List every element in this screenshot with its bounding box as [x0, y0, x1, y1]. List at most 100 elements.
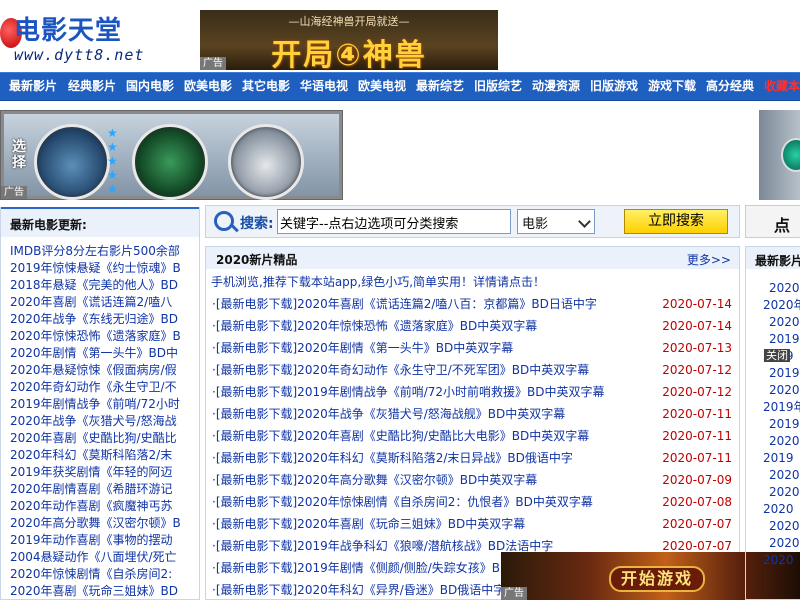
release-title-link[interactable]: ·[最新电影下载]2020年高分歌舞《汉密尔顿》BD中英双字幕 [212, 469, 537, 491]
nav-item-classic[interactable]: 经典影片 [68, 73, 116, 100]
site-logo[interactable]: 电影天堂 www.dytt8.net [0, 8, 160, 66]
nav-item-top-rated[interactable]: 高分经典 [706, 73, 754, 100]
right-ad-strip[interactable] [759, 110, 800, 200]
update-list-item[interactable]: 2019年获奖剧情《年轻的阿迈 [10, 464, 198, 481]
recommend-list-item[interactable]: 2020年 [746, 297, 800, 314]
recommend-list-item[interactable]: 2019年 [746, 399, 800, 416]
release-title-link[interactable]: ·[最新电影下载]2019年剧情战争《前哨/72小时前哨救援》BD中英双字幕 [212, 381, 605, 403]
release-row: ·[最新电影下载]2020年喜剧《玩命三姐妹》BD中英双字幕 2020-07-07 [212, 513, 736, 535]
update-list-item[interactable]: 2018年悬疑《完美的他人》BD [10, 277, 198, 294]
nav-item-chinese-tv[interactable]: 华语电视 [300, 73, 348, 100]
update-list-item[interactable]: 2020年战争《灰猎犬号/怒海战 [10, 413, 198, 430]
release-date: 2020-07-09 [662, 473, 732, 487]
release-row: ·[最新电影下载]2020年战争《灰猎犬号/怒海战舰》BD中英双字幕 2020-0… [212, 403, 736, 425]
beast-whale-icon [34, 124, 110, 200]
search-input[interactable]: 关键字--点右边选项可分类搜索 [277, 209, 511, 234]
update-list-item[interactable]: 2020年喜剧《玩命三姐妹》BD [10, 583, 198, 600]
recommend-list-item[interactable]: 2019 [746, 450, 800, 467]
search-bar: 搜索: 关键字--点右边选项可分类搜索 电影 立即搜索 [205, 205, 740, 238]
nav-item-domestic[interactable]: 国内电影 [126, 73, 174, 100]
release-date: 2020-07-14 [662, 319, 732, 333]
search-category-select[interactable]: 电影 [517, 209, 595, 234]
recommend-list-item[interactable]: 2019 [746, 365, 800, 382]
release-row: ·[最新电影下载]2020年惊悚恐怖《遗落家庭》BD中英双字幕 2020-07-1… [212, 315, 736, 337]
recommend-list-item[interactable]: 2020 [746, 518, 800, 535]
release-title-link[interactable]: ·[最新电影下载]2020年科幻《莫斯科陷落2/末日异战》BD俄语中字 [212, 447, 573, 469]
release-date: 2020-07-07 [662, 517, 732, 531]
search-category-value: 电影 [522, 217, 549, 232]
release-title-link[interactable]: ·[最新电影下载]2020年剧情《第一头牛》BD中英双字幕 [212, 337, 513, 359]
recommend-list-item[interactable]: 2020 [746, 280, 800, 297]
recommend-list-item[interactable]: 2020 [746, 501, 800, 518]
recommend-list-item[interactable]: 2020年 [746, 382, 800, 399]
recommend-list-item[interactable]: 2019 [746, 331, 800, 348]
update-list-item[interactable]: 2020年动作喜剧《疯魔神丐苏 [10, 498, 198, 515]
top-banner-ad[interactable]: —山海经神兽开局就送— 开局④神兽 广告 [200, 10, 498, 73]
nav-item-other[interactable]: 其它电影 [242, 73, 290, 100]
recommend-list-item[interactable]: 2019年 [746, 416, 800, 433]
update-list-item[interactable]: 2020年科幻《莫斯科陷落2/末 [10, 447, 198, 464]
recommend-list-item[interactable]: 2020 [746, 467, 800, 484]
nav-item-old-variety[interactable]: 旧版综艺 [474, 73, 522, 100]
ad-tag: 广告 [1, 186, 27, 199]
update-list-item[interactable]: IMDB评分8分左右影片500余部 [10, 243, 198, 260]
top-banner-headline: 开局④神兽 [271, 38, 427, 73]
update-list-item[interactable]: 2020年奇幻动作《永生守卫/不 [10, 379, 198, 396]
recommend-list-item[interactable]: 2020 [746, 484, 800, 501]
release-title-link[interactable]: ·[最新电影下载]2020年喜剧《玩命三姐妹》BD中英双字幕 [212, 513, 525, 535]
top-banner-subtitle: —山海经神兽开局就送— [288, 15, 410, 28]
chevron-down-icon [578, 215, 591, 228]
update-list-item[interactable]: 2004悬疑动作《八面埋伏/死亡 [10, 549, 198, 566]
update-list-item[interactable]: 2019年动作喜剧《事物的摆动 [10, 532, 198, 549]
update-list-item[interactable]: 2020年剧情喜剧《希腊环游记 [10, 481, 198, 498]
update-list-item[interactable]: 2020年战争《东线无归途》BD [10, 311, 198, 328]
recommend-list-item[interactable]: 2020 [746, 535, 800, 552]
gem-icon [781, 138, 800, 172]
update-list-item[interactable]: 2020年惊悚剧情《自杀房间2: [10, 566, 198, 583]
release-title-link[interactable]: ·[最新电影下载]2020年喜剧《史酷比狗/史酷比大电影》BD中英双字幕 [212, 425, 589, 447]
recommend-list-item[interactable]: 2020 [746, 314, 800, 331]
release-title-link[interactable]: ·[最新电影下载]2020年战争《灰猎犬号/怒海战舰》BD中英双字幕 [212, 403, 565, 425]
game-ad-button[interactable]: 开始游戏 [609, 566, 706, 592]
nav-item-old-games[interactable]: 旧版游戏 [590, 73, 638, 100]
release-title-link[interactable]: ·[最新电影下载]2020年科幻《异界/昏迷》BD俄语中字 [212, 579, 505, 601]
app-notice-link[interactable]: 手机浏览,推荐下载本站app,绿色小巧,简单实用！详情请点击！ [211, 273, 545, 290]
release-title-link[interactable]: ·[最新电影下载]2020年惊悚恐怖《遗落家庭》BD中英双字幕 [212, 315, 537, 337]
beast-select-ad[interactable]: 选择 ★ ★ ★ ★ ★ 广告 [0, 110, 343, 200]
recommend-list-item[interactable]: 2020 [746, 552, 800, 569]
right-click-text: 点 [774, 216, 791, 235]
release-row: ·[最新电影下载]2020年喜剧《史酷比狗/史酷比大电影》BD中英双字幕 2020… [212, 425, 736, 447]
nav-item-variety[interactable]: 最新综艺 [416, 73, 464, 100]
update-list-item[interactable]: 2020年惊悚恐怖《遗落家庭》B [10, 328, 198, 345]
search-icon [214, 211, 234, 231]
update-list-item[interactable]: 2020年剧情《第一头牛》BD中 [10, 345, 198, 362]
nav-item-latest[interactable]: 最新影片 [9, 73, 57, 100]
release-title-link[interactable]: ·[最新电影下载]2020年惊悚剧情《自杀房间2：仇恨者》BD中英双字幕 [212, 491, 593, 513]
right-click-box[interactable]: 点 [745, 205, 800, 238]
nav-item-game-download[interactable]: 游戏下载 [648, 73, 696, 100]
release-row: ·[最新电影下载]2020年奇幻动作《永生守卫/不死军团》BD中英双字幕 2020… [212, 359, 736, 381]
more-link[interactable]: 更多>> [687, 251, 731, 268]
update-list-item[interactable]: 2020年悬疑惊悚《假面病房/假 [10, 362, 198, 379]
recommend-list-item[interactable]: 2020 [746, 433, 800, 450]
recommend-list: 20202020年20202019201920192020年2019年2019年… [746, 280, 800, 569]
nav-item-western[interactable]: 欧美电影 [184, 73, 232, 100]
update-list-item[interactable]: 2019年惊悚悬疑《约士惊魂》B [10, 260, 198, 277]
nav-item-anime[interactable]: 动漫资源 [532, 73, 580, 100]
nav-item-bookmark[interactable]: 收藏本 [764, 73, 800, 100]
release-row: ·[最新电影下载]2020年喜剧《谎话连篇2/嗑八百：京都篇》BD日语中字 202… [212, 293, 736, 315]
release-date: 2020-07-14 [662, 297, 732, 311]
release-date: 2020-07-12 [662, 363, 732, 377]
release-date: 2020-07-11 [662, 451, 732, 465]
nav-item-western-tv[interactable]: 欧美电视 [358, 73, 406, 100]
release-title-link[interactable]: ·[最新电影下载]2020年奇幻动作《永生守卫/不死军团》BD中英双字幕 [212, 359, 589, 381]
search-button[interactable]: 立即搜索 [624, 209, 728, 234]
update-list-item[interactable]: 2020年高分歌舞《汉密尔顿》B [10, 515, 198, 532]
update-list-item[interactable]: 2019年剧情战争《前哨/72小时 [10, 396, 198, 413]
beast-green-icon [132, 124, 208, 200]
blank-ad-slot [343, 110, 759, 200]
update-list-item[interactable]: 2020年喜剧《谎话连篇2/嗑八 [10, 294, 198, 311]
close-tag[interactable]: 关闭 [764, 349, 790, 362]
update-list-item[interactable]: 2020年喜剧《史酷比狗/史酷比 [10, 430, 198, 447]
release-title-link[interactable]: ·[最新电影下载]2020年喜剧《谎话连篇2/嗑八百：京都篇》BD日语中字 [212, 293, 597, 315]
